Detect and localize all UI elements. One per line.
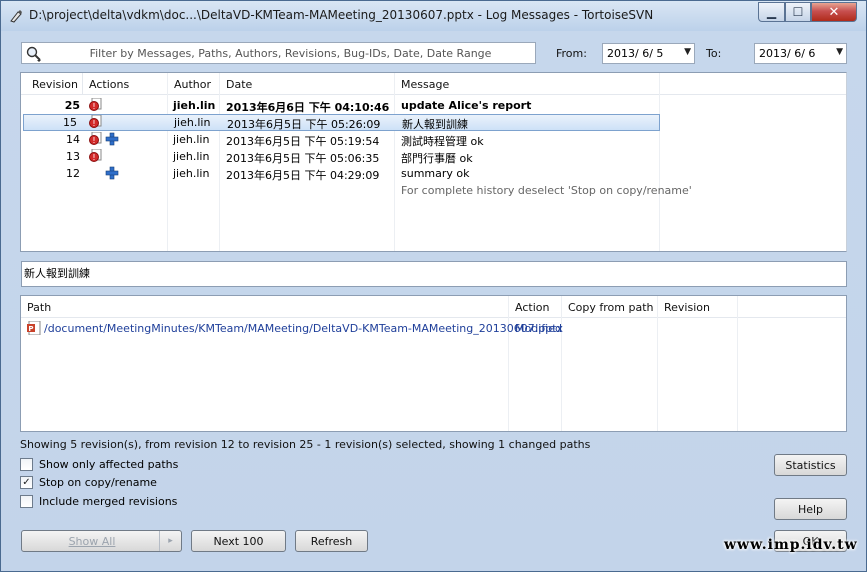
include-merged-option[interactable]: Include merged revisions [20,493,177,509]
svg-text:P: P [28,325,33,333]
col-copy-from-path[interactable]: Copy from path [562,296,658,318]
revision-row[interactable]: 14 ! jieh.lin 2013年6月5日 下午 05:19:54 測試時程… [21,131,678,148]
show-affected-paths-checkbox[interactable] [20,457,33,471]
revision-date: 2013年6月5日 下午 04:29:09 [226,169,380,182]
paths-list-header: Path Action Copy from path Revision [21,296,846,318]
history-hint-row: For complete history deselect 'Stop on c… [21,182,692,199]
to-label: To: [706,47,722,60]
path-value: /document/MeetingMinutes/KMTeam/MAMeetin… [44,322,564,335]
close-icon: ✕ [828,4,840,20]
col-date[interactable]: Date [220,73,395,95]
modified-icon: ! [89,149,102,162]
refresh-button[interactable]: Refresh [295,530,368,552]
svg-text:!: ! [92,102,95,111]
revision-number: 15 [63,116,77,129]
log-message-detail[interactable]: 新人報到訓練 [21,261,847,287]
from-label: From: [556,47,587,60]
revision-date: 2013年6月5日 下午 05:26:09 [227,118,381,131]
revision-author: jieh.lin [173,150,210,163]
revision-list[interactable]: Revision Actions Author Date Message 25 … [20,72,847,252]
minimize-button[interactable]: ▁ [758,2,785,22]
history-hint: For complete history deselect 'Stop on c… [401,184,692,197]
col-author[interactable]: Author [168,73,220,95]
show-affected-paths-label: Show only affected paths [39,457,179,471]
revision-message: summary ok [401,167,470,180]
col-action[interactable]: Action [509,296,562,318]
col-path[interactable]: Path [21,296,509,318]
title-bar[interactable]: D:\project\delta\vdkm\doc...\DeltaVD-KMT… [1,1,866,31]
help-button[interactable]: Help [774,498,847,520]
svg-text:!: ! [92,153,95,162]
stop-on-copy-label: Stop on copy/rename [39,475,157,489]
path-row[interactable]: P /document/MeetingMinutes/KMTeam/MAMeet… [21,320,846,337]
to-date-value: 2013/ 6/ 6 [759,47,816,60]
revision-row[interactable]: 12 jieh.lin 2013年6月5日 下午 04:29:09 summar… [21,165,678,182]
tortoisesvn-icon [10,10,22,23]
revision-message: 部門行事曆 ok [401,152,473,165]
revision-author: jieh.lin [174,116,211,129]
col-revision[interactable]: Revision [21,73,83,95]
show-all-label: Show All [68,535,116,548]
svg-text:!: ! [92,119,95,128]
minimize-icon: ▁ [766,5,777,19]
modified-icon: ! [89,98,102,111]
show-all-button[interactable]: Show All ▸ [21,530,182,552]
watermark-text: www.imp.idv.tw [724,537,858,553]
revision-message: update Alice's report [401,99,532,112]
include-merged-label: Include merged revisions [39,494,178,508]
svg-text:!: ! [92,136,95,145]
stop-on-copy-checkbox[interactable]: ✓ [20,475,33,489]
revision-number: 12 [66,167,80,180]
revision-number: 25 [64,99,80,112]
revision-message: 測試時程管理 ok [401,135,484,148]
next-100-button[interactable]: Next 100 [191,530,286,552]
close-button[interactable]: ✕ [811,2,857,22]
added-icon [105,166,119,180]
col-message[interactable]: Message [395,73,660,95]
maximize-icon: ☐ [792,5,804,19]
path-action: Modified [515,322,562,335]
filter-input[interactable] [48,44,533,62]
stop-on-copy-option[interactable]: ✓ Stop on copy/rename [20,474,157,490]
revision-date: 2013年6月6日 下午 04:10:46 [226,101,390,114]
chevron-down-icon[interactable]: ▼ [684,47,691,57]
chevron-down-icon[interactable]: ▼ [836,47,843,57]
modified-icon: ! [89,115,102,128]
pptx-file-icon: P [27,321,41,335]
revision-message: 新人報到訓練 [402,118,468,131]
window-title: D:\project\delta\vdkm\doc...\DeltaVD-KMT… [29,8,654,22]
revision-list-header: Revision Actions Author Date Message [21,73,846,95]
revision-row-selected[interactable]: 15 ! jieh.lin 2013年6月5日 下午 05:26:09 新人報到… [23,114,660,131]
statistics-button[interactable]: Statistics [774,454,847,476]
search-icon[interactable] [25,45,43,63]
modified-icon: ! [89,132,102,145]
include-merged-checkbox[interactable] [20,494,33,508]
from-date-picker[interactable]: 2013/ 6/ 5 ▼ [602,43,695,64]
revision-row[interactable]: 13 ! jieh.lin 2013年6月5日 下午 05:06:35 部門行事… [21,148,678,165]
col-path-revision[interactable]: Revision [658,296,738,318]
revision-author: jieh.lin [173,133,210,146]
revision-number: 14 [66,133,80,146]
log-messages-window: D:\project\delta\vdkm\doc...\DeltaVD-KMT… [0,0,867,572]
to-date-picker[interactable]: 2013/ 6/ 6 ▼ [754,43,847,64]
filter-box[interactable] [21,42,536,64]
col-actions[interactable]: Actions [83,73,168,95]
show-affected-paths-option[interactable]: Show only affected paths [20,456,178,472]
revision-author: jieh.lin [173,167,210,180]
revision-date: 2013年6月5日 下午 05:06:35 [226,152,380,165]
revision-date: 2013年6月5日 下午 05:19:54 [226,135,380,148]
added-icon [105,132,119,146]
revision-row[interactable]: 25 ! jieh.lin 2013年6月6日 下午 04:10:46 upda… [21,97,678,114]
maximize-button[interactable]: ☐ [785,2,811,22]
chevron-right-icon[interactable]: ▸ [159,531,181,551]
changed-paths-list[interactable]: Path Action Copy from path Revision P /d… [20,295,847,432]
from-date-value: 2013/ 6/ 5 [607,47,664,60]
revision-number: 13 [66,150,80,163]
revision-author: jieh.lin [173,99,216,112]
status-text: Showing 5 revision(s), from revision 12 … [20,438,591,451]
